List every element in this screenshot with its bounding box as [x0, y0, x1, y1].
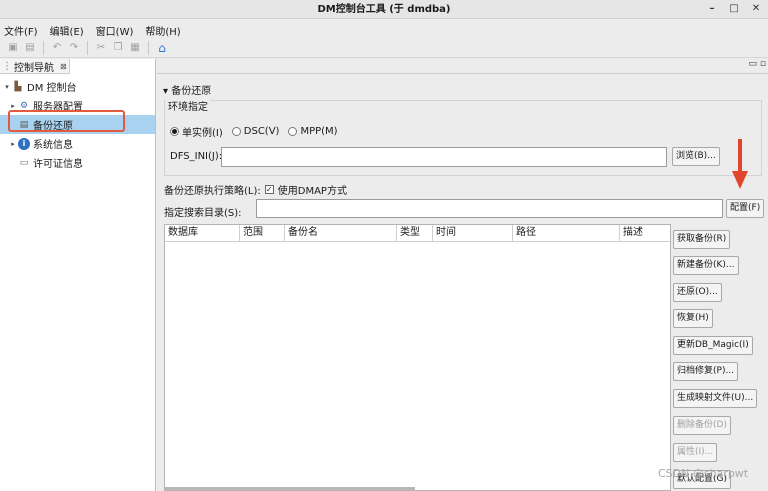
new-backup-button[interactable]: 新建备份(K)...: [673, 256, 739, 275]
tree-item-dm-console[interactable]: ▾ ▙ DM 控制台: [0, 77, 155, 96]
panel-header: ▭ ▫: [157, 59, 768, 74]
properties-button[interactable]: 属性(I)...: [673, 443, 718, 462]
info-icon: i: [18, 137, 30, 150]
recover-button[interactable]: 恢复(H): [673, 309, 713, 328]
minimize-icon[interactable]: –: [704, 2, 720, 16]
generate-mapping-button[interactable]: 生成映射文件(U)...: [673, 389, 758, 408]
cut-icon[interactable]: ✂: [94, 41, 108, 55]
dfs-ini-label: DFS_INI(J):: [170, 151, 223, 162]
save-icon[interactable]: ▣: [6, 41, 20, 55]
toolbar: ▣ ▤ ↶ ↷ ✂ ❐ ▦ ⌂: [0, 38, 768, 58]
column-header[interactable]: 数据库: [165, 225, 240, 241]
column-header[interactable]: 路径: [513, 225, 620, 241]
radio-label[interactable]: MPP(M): [300, 126, 337, 137]
table-header: 数据库 范围 备份名 类型 时间 路径 描述: [165, 225, 670, 242]
update-db-magic-button[interactable]: 更新DB_Magic(I): [673, 336, 753, 355]
menu-file[interactable]: 文件(F): [4, 20, 46, 38]
toolbar-divider: [148, 40, 149, 55]
config-button[interactable]: 配置(F): [726, 199, 765, 218]
dfs-ini-input[interactable]: [221, 147, 667, 167]
search-dir-label: 指定搜索目录(S):: [164, 208, 242, 219]
menu-help[interactable]: 帮助(H): [145, 20, 188, 38]
undo-icon[interactable]: ↶: [50, 41, 64, 55]
window-titlebar: DM控制台工具 (于 dmdba) – □ ✕: [0, 0, 768, 19]
menu-window[interactable]: 窗口(W): [96, 20, 142, 38]
database-icon: ▙: [14, 81, 22, 92]
strategy-label: 备份还原执行策略(L):: [164, 186, 261, 197]
section-title[interactable]: ▾ 备份还原: [163, 82, 211, 97]
save-all-icon[interactable]: ▤: [23, 41, 37, 55]
paste-icon[interactable]: ▦: [128, 41, 142, 55]
browse-button[interactable]: 浏览(B)...: [672, 147, 720, 166]
content-panel: ▭ ▫ ▾ 备份还原 环境指定 单实例(I) DSC(V) MPP(M) DFS…: [157, 59, 768, 491]
redo-icon[interactable]: ↷: [67, 41, 81, 55]
radio-dsc[interactable]: [231, 127, 241, 136]
column-header[interactable]: 类型: [397, 225, 433, 241]
radio-mpp[interactable]: [288, 127, 298, 136]
copy-icon[interactable]: ❐: [111, 41, 125, 55]
dmap-label[interactable]: 使用DMAP方式: [278, 182, 347, 197]
tab-control-navigation[interactable]: ⋮ 控制导航 ⊠: [0, 59, 70, 74]
home-icon[interactable]: ⌂: [155, 41, 169, 55]
tree-item-system-info[interactable]: ▸ i 系统信息: [0, 134, 155, 153]
expand-arrow-icon[interactable]: ▸: [8, 140, 18, 148]
environment-legend: 环境指定: [166, 98, 210, 113]
tree-item-label: DM 控制台: [27, 83, 77, 94]
horizontal-scrollbar[interactable]: [165, 487, 415, 490]
archive-repair-button[interactable]: 归档修复(P)...: [673, 362, 739, 381]
backup-table[interactable]: 数据库 范围 备份名 类型 时间 路径 描述: [164, 224, 671, 491]
window-title: DM控制台工具 (于 dmdba): [317, 4, 451, 15]
watermark: CSDN @sharpwt: [658, 467, 749, 480]
tree-item-label: 许可证信息: [33, 159, 83, 170]
menu-edit[interactable]: 编辑(E): [50, 20, 92, 38]
license-icon: ▭: [19, 157, 29, 168]
radio-label[interactable]: 单实例(I): [182, 124, 223, 139]
column-header[interactable]: 描述: [620, 225, 670, 241]
column-header[interactable]: 时间: [433, 225, 513, 241]
get-backup-button[interactable]: 获取备份(R): [673, 230, 731, 249]
radio-label[interactable]: DSC(V): [244, 126, 280, 137]
close-tab-icon[interactable]: ⊠: [60, 62, 67, 71]
expand-arrow-icon[interactable]: ▾: [2, 83, 12, 91]
navigation-icon: ⋮: [2, 60, 12, 72]
expand-arrow-icon[interactable]: ▸: [8, 102, 18, 110]
restore-button[interactable]: 还原(O)...: [673, 283, 722, 302]
dmap-checkbox[interactable]: ✓: [264, 185, 274, 194]
radio-single-instance[interactable]: [170, 127, 179, 136]
tree-item-license-info[interactable]: ▭ 许可证信息: [0, 153, 155, 172]
column-header[interactable]: 范围: [240, 225, 285, 241]
tab-label: 控制导航: [14, 62, 54, 74]
maximize-icon[interactable]: □: [726, 2, 742, 16]
delete-backup-button[interactable]: 删除备份(D): [673, 416, 731, 435]
highlight-box: [8, 110, 125, 132]
close-icon[interactable]: ✕: [748, 2, 764, 16]
mode-radio-group: 单实例(I) DSC(V) MPP(M): [170, 124, 344, 139]
panel-window-controls[interactable]: ▭ ▫: [749, 59, 766, 69]
strategy-row: 备份还原执行策略(L): ✓ 使用DMAP方式: [164, 182, 347, 197]
red-arrow-icon: [732, 139, 748, 189]
column-header[interactable]: 备份名: [285, 225, 397, 241]
tree-item-label: 系统信息: [33, 140, 73, 151]
menubar: 文件(F) 编辑(E) 窗口(W) 帮助(H): [0, 20, 768, 38]
toolbar-divider: [87, 40, 88, 55]
search-dir-input[interactable]: [256, 199, 723, 218]
navigation-panel: ⋮ 控制导航 ⊠ ▾ ▙ DM 控制台 ▸ ⚙ 服务器配置 ▤ 备份还原 ▸ i…: [0, 59, 156, 491]
toolbar-divider: [43, 40, 44, 55]
